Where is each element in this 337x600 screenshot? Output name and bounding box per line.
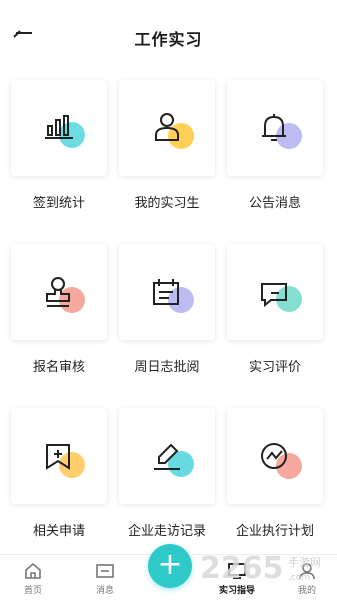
calendar-icon	[153, 279, 194, 313]
comment-icon	[261, 283, 302, 312]
bell-icon	[262, 114, 302, 149]
menu-item-registration-review[interactable]: 报名审核	[11, 244, 107, 375]
trend-chart-icon	[261, 443, 302, 479]
user-icon	[299, 563, 315, 580]
menu-card[interactable]	[227, 80, 323, 176]
tab-label: 实习指导	[218, 586, 255, 596]
plus-icon: +	[157, 547, 183, 582]
menu-item-checkin-stats[interactable]: 签到统计	[11, 80, 107, 211]
menu-item-label: 公告消息	[248, 196, 301, 211]
monitor-icon	[228, 563, 246, 579]
tab-label: 消息	[95, 586, 114, 596]
message-icon	[96, 564, 114, 578]
top-header: 工作实习	[0, 0, 337, 74]
tab-home[interactable]: 首页	[8, 561, 58, 596]
add-button[interactable]: +	[148, 544, 192, 588]
tab-messages[interactable]: 消息	[80, 561, 130, 596]
menu-row: 签到统计 我的实习生 公告消息	[11, 80, 327, 244]
menu-item-announcements[interactable]: 公告消息	[227, 80, 323, 211]
menu-card[interactable]	[11, 80, 107, 176]
menu-card[interactable]	[119, 244, 215, 340]
stamp-icon	[46, 277, 85, 313]
menu-item-enterprise-visit-records[interactable]: 企业走访记录	[119, 408, 215, 539]
menu-item-label: 企业执行计划	[235, 524, 314, 539]
tab-internship-guidance[interactable]: 实习指导	[212, 561, 262, 596]
menu-item-related-applications[interactable]: 相关申请	[11, 408, 107, 539]
menu-item-weekly-log-review[interactable]: 周日志批阅	[119, 244, 215, 375]
tab-label: 我的	[297, 586, 316, 596]
menu-item-enterprise-execution-plan[interactable]: 企业执行计划	[227, 408, 323, 539]
menu-item-my-interns[interactable]: 我的实习生	[119, 80, 215, 211]
menu-item-label: 报名审核	[32, 360, 85, 375]
menu-card[interactable]	[227, 244, 323, 340]
menu-item-label: 相关申请	[32, 524, 85, 539]
add-bookmark-icon	[46, 444, 85, 478]
home-icon	[25, 562, 41, 579]
menu-item-label: 签到统计	[32, 196, 85, 211]
pen-icon	[154, 443, 194, 477]
tab-label: 首页	[23, 586, 42, 596]
menu-item-label: 周日志批阅	[134, 360, 200, 375]
menu-card[interactable]	[11, 244, 107, 340]
person-icon	[155, 113, 194, 149]
menu-card[interactable]	[119, 408, 215, 504]
menu-card[interactable]	[119, 80, 215, 176]
tab-profile[interactable]: 我的	[282, 561, 332, 596]
page-title: 工作实习	[134, 30, 203, 49]
menu-row: 报名审核 周日志批阅 实习评价	[11, 244, 327, 408]
menu-item-internship-evaluation[interactable]: 实习评价	[227, 244, 323, 375]
menu-card[interactable]	[227, 408, 323, 504]
menu-grid: 签到统计 我的实习生 公告消息 报名审核 周日志批阅 实习评价 相关申请 企业走…	[11, 80, 327, 572]
menu-item-label: 实习评价	[248, 360, 301, 375]
bar-chart-icon	[45, 115, 85, 148]
menu-item-label: 我的实习生	[134, 196, 200, 211]
menu-item-label: 企业走访记录	[127, 524, 206, 539]
menu-card[interactable]	[11, 408, 107, 504]
